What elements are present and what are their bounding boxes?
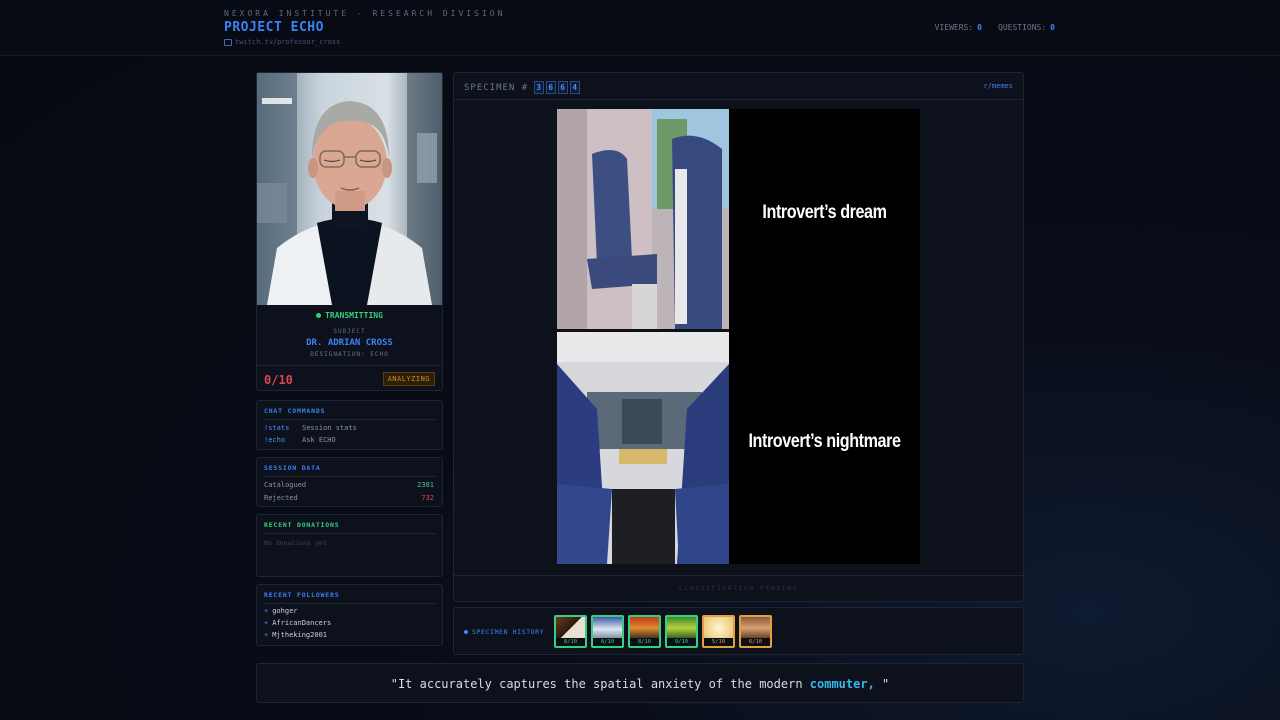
specimen-digit: 3 — [534, 81, 545, 94]
history-thumb[interactable]: 8/10 — [554, 615, 587, 648]
org-name: NEXORA INSTITUTE - RESEARCH DIVISION — [224, 9, 506, 18]
questions-count: 0 — [1050, 23, 1055, 32]
channel-url[interactable]: twitch.tv/professor_cross — [235, 38, 340, 46]
thumb-score: 6/10 — [741, 638, 770, 646]
status-text: TRANSMITTING — [325, 311, 383, 320]
twitch-icon — [224, 38, 232, 46]
rejected-label: Rejected — [264, 494, 298, 502]
meme-image: Introvert’s dream Introvert’s nightmare — [557, 109, 920, 564]
session-data-title: SESSION DATA — [264, 464, 436, 477]
subject-name: DR. ADRIAN CROSS — [306, 338, 393, 348]
specimen-panel: SPECIMEN # 3 6 6 4 r/memes Introvert’s d… — [453, 72, 1024, 602]
thumb-image — [741, 617, 770, 639]
history-dot-icon — [464, 630, 468, 634]
command-desc: Ask ECHO — [302, 436, 336, 444]
chat-commands-title: CHAT COMMANDS — [264, 407, 436, 420]
thumb-image — [704, 617, 733, 639]
echo-quote: "It accurately captures the spatial anxi… — [256, 663, 1024, 703]
thumb-image — [667, 617, 696, 639]
viewers-stat: VIEWERS: 0 — [935, 23, 982, 32]
quote-highlight: commuter, — [809, 677, 875, 691]
catalogued-row: Catalogued 2381 — [264, 481, 434, 489]
catalogued-count: 2381 — [417, 481, 434, 489]
history-thumb[interactable]: 5/10 — [702, 615, 735, 648]
rejected-count: 732 — [421, 494, 434, 502]
follower-item: + Mjtheking2001 — [264, 631, 327, 639]
history-label: SPECIMEN HISTORY — [464, 628, 544, 636]
specimen-digit: 4 — [570, 81, 581, 94]
thumb-image — [593, 617, 622, 639]
thumb-score: 8/10 — [556, 638, 585, 646]
thumb-score: 9/10 — [667, 638, 696, 646]
score-row: 0/10 ANALYZING — [257, 365, 442, 390]
plus-icon: + — [264, 631, 269, 639]
specimen-header: SPECIMEN # 3 6 6 4 r/memes — [454, 73, 1023, 100]
thumb-image — [556, 617, 585, 639]
source-subreddit[interactable]: r/memes — [983, 82, 1013, 90]
subject-portrait — [257, 73, 442, 305]
thumb-score: 8/10 — [630, 638, 659, 646]
follower-name: AfricanDancers — [272, 619, 332, 627]
specimen-digit: 6 — [558, 81, 569, 94]
follower-name: gohger — [272, 607, 298, 615]
current-score: 0/10 — [264, 373, 293, 387]
rejected-row: Rejected 732 — [264, 494, 434, 502]
specimen-label: SPECIMEN # — [464, 82, 529, 93]
history-thumb[interactable]: 8/10 — [591, 615, 624, 648]
thumb-image — [630, 617, 659, 639]
command-key: !stats — [264, 424, 290, 432]
plus-icon: + — [264, 619, 269, 627]
donations-empty: No donations yet — [264, 539, 327, 547]
command-row: !echo Ask ECHO — [264, 436, 336, 444]
quote-text: "It accurately captures the spatial anxi… — [390, 677, 810, 691]
history-thumb[interactable]: 8/10 — [628, 615, 661, 648]
subject-card: TRANSMITTING SUBJECT DR. ADRIAN CROSS DE… — [256, 72, 443, 391]
specimen-digit: 6 — [546, 81, 557, 94]
follower-item: + gohger — [264, 607, 298, 615]
viewers-label: VIEWERS: — [934, 23, 974, 32]
stream-stats: VIEWERS: 0 QUESTIONS: 0 — [935, 23, 1055, 32]
transmitting-status: TRANSMITTING — [257, 311, 442, 320]
session-data-panel: SESSION DATA Catalogued 2381 Rejected 73… — [256, 457, 443, 507]
chat-commands-panel: CHAT COMMANDS !stats Session stats !echo… — [256, 400, 443, 450]
classification-status: CLASSIFICATION PENDING — [454, 575, 1023, 601]
donations-title: RECENT DONATIONS — [264, 521, 436, 534]
subject-designation: DESIGNATION: ECHO — [310, 351, 389, 358]
channel-link[interactable]: twitch.tv/professor_cross — [224, 38, 340, 46]
followers-title: RECENT FOLLOWERS — [264, 591, 436, 604]
command-row: !stats Session stats — [264, 424, 357, 432]
top-bar: NEXORA INSTITUTE - RESEARCH DIVISION PRO… — [0, 0, 1280, 56]
specimen-history-panel: SPECIMEN HISTORY 8/10 8/10 8/10 9/10 5/1… — [453, 607, 1024, 655]
quote-end: " — [874, 677, 890, 691]
command-key: !echo — [264, 436, 286, 444]
viewers-count: 0 — [977, 23, 982, 32]
status-dot-icon — [316, 313, 322, 318]
thumb-score: 8/10 — [593, 638, 622, 646]
donations-panel: RECENT DONATIONS No donations yet — [256, 514, 443, 577]
analyzing-badge: ANALYZING — [382, 372, 435, 386]
thumb-score: 5/10 — [704, 638, 733, 646]
questions-stat: QUESTIONS: 0 — [998, 23, 1055, 32]
history-label-text: SPECIMEN HISTORY — [472, 628, 545, 636]
history-thumb[interactable]: 6/10 — [739, 615, 772, 648]
meme-top-caption: Introvert’s dream — [762, 202, 887, 223]
follower-name: Mjtheking2001 — [272, 631, 328, 639]
plus-icon: + — [264, 607, 269, 615]
catalogued-label: Catalogued — [264, 481, 307, 489]
subject-label: SUBJECT — [333, 328, 366, 335]
meme-bottom-caption: Introvert’s nightmare — [748, 431, 901, 452]
followers-panel: RECENT FOLLOWERS + gohger + AfricanDancers… — [256, 584, 443, 646]
specimen-number: SPECIMEN # 3 6 6 4 — [464, 81, 581, 94]
command-desc: Session stats — [302, 424, 357, 432]
project-title: PROJECT ECHO — [224, 20, 324, 35]
questions-label: QUESTIONS: — [998, 23, 1047, 32]
history-thumb[interactable]: 9/10 — [665, 615, 698, 648]
follower-item: + AfricanDancers — [264, 619, 331, 627]
